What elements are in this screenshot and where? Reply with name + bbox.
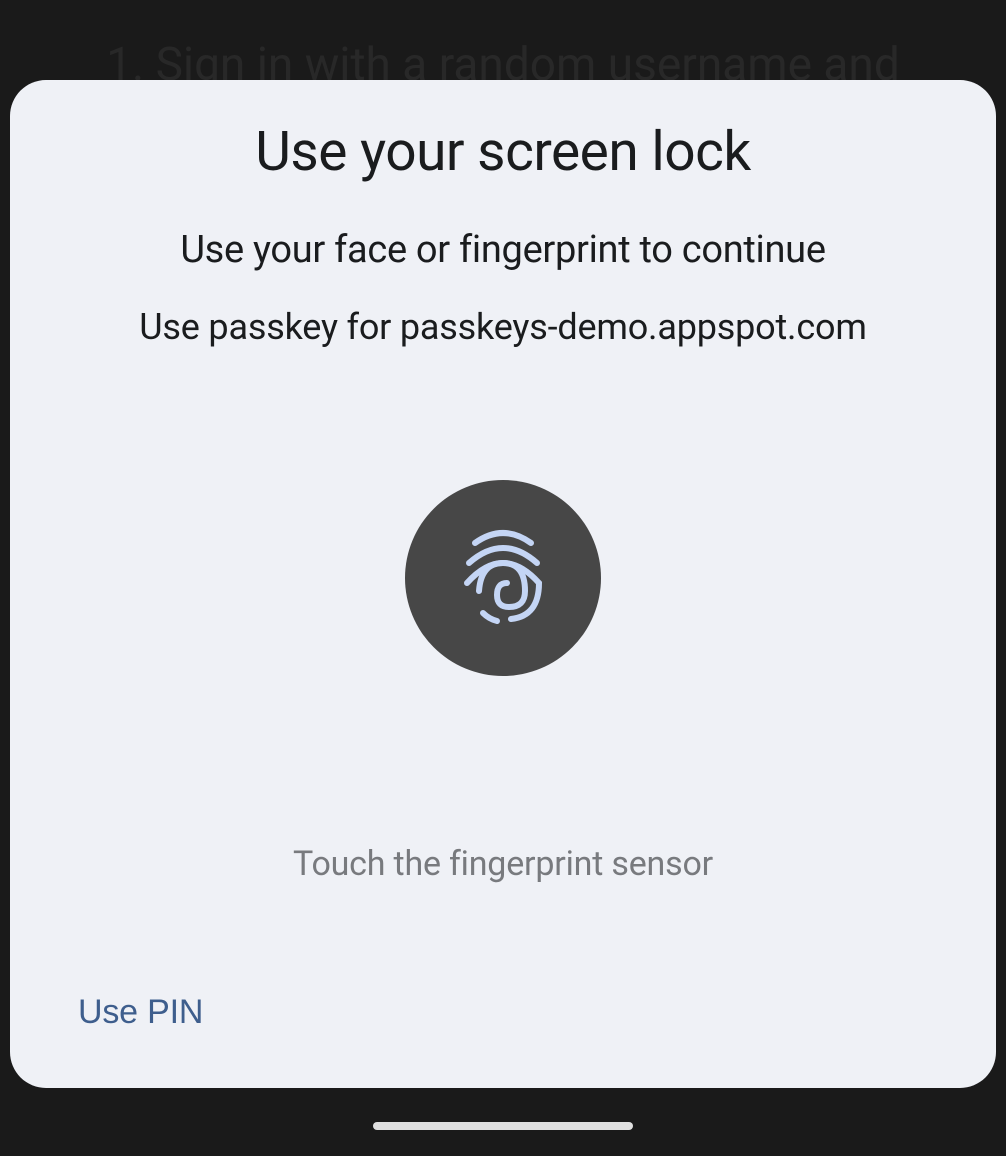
dialog-subtitle: Use your face or fingerprint to continue	[180, 228, 825, 272]
passkey-domain-text: Use passkey for passkeys-demo.appspot.co…	[139, 306, 866, 348]
biometric-dialog: Use your screen lock Use your face or fi…	[10, 80, 996, 1088]
fingerprint-icon	[453, 521, 553, 635]
navigation-bar-handle[interactable]	[373, 1122, 633, 1130]
fingerprint-sensor[interactable]	[405, 480, 601, 676]
hint-text: Touch the fingerprint sensor	[293, 844, 713, 884]
use-pin-button[interactable]: Use PIN	[78, 993, 203, 1032]
dialog-title: Use your screen lock	[255, 120, 751, 184]
